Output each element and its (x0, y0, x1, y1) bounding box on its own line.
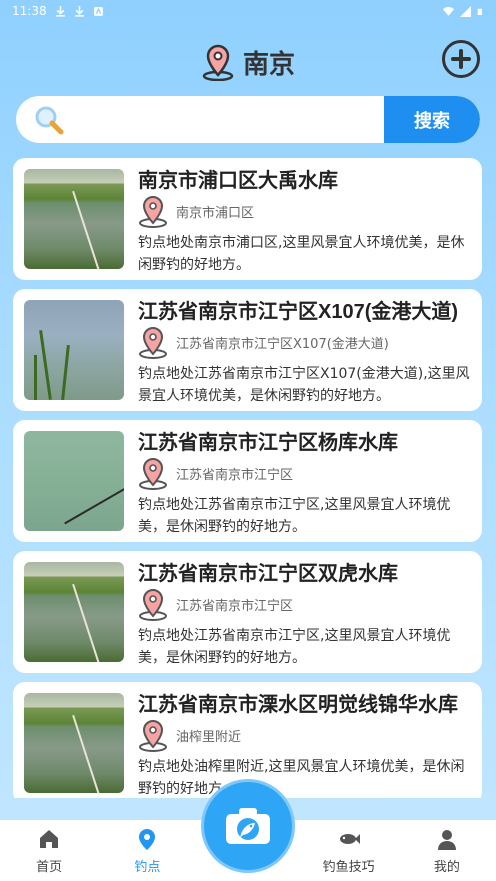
nav-home-label: 首页 (36, 860, 63, 875)
spot-location: 江苏省南京市江宁区X107(金港大道) (176, 336, 389, 352)
status-time: 11:38 (12, 4, 47, 18)
home-icon (40, 830, 59, 848)
location-dot-icon (139, 829, 156, 850)
status-right (443, 5, 484, 17)
spot-description: 钓点地处江苏省南京市江宁区,这里风景宜人环境优美，是休闲野钓的好地方。 (138, 628, 451, 666)
spot-title: 南京市浦口区大禹水库 (138, 170, 338, 192)
spot-card[interactable]: 江苏省南京市江宁区双虎水库 江苏省南京市江宁区 钓点地处江苏省南京市江宁区,这里… (13, 551, 482, 673)
spot-title: 江苏省南京市溧水区明觉线锦华水库 (138, 694, 458, 716)
location-pin-icon (139, 719, 167, 752)
spot-card[interactable]: 江苏省南京市江宁区杨库水库 江苏省南京市江宁区 钓点地处江苏省南京市江宁区,这里… (13, 420, 482, 542)
spot-thumbnail (24, 562, 124, 662)
rod-graphic (72, 583, 102, 662)
nav-home[interactable]: 首页 (0, 820, 98, 881)
spot-description: 钓点地处江苏省南京市江宁区,这里风景宜人环境优美，是休闲野钓的好地方。 (138, 497, 451, 535)
spot-title: 江苏省南京市江宁区X107(金港大道) (138, 301, 459, 323)
spot-location-row: 江苏省南京市江宁区 (136, 587, 293, 621)
status-left: 11:38 (12, 4, 104, 18)
nav-mine-label: 我的 (433, 860, 460, 875)
camera-button[interactable] (201, 779, 295, 873)
spot-thumbnail (24, 431, 124, 531)
rod-graphic (72, 714, 102, 793)
rod-graphic (64, 487, 124, 525)
nav-spots[interactable]: 钓点 (98, 820, 196, 881)
spot-card[interactable]: 南京市浦口区大禹水库 南京市浦口区 钓点地处南京市浦口区,这里风景宜人环境优美，… (13, 158, 482, 280)
user-icon (437, 830, 456, 850)
spot-location: 南京市浦口区 (176, 205, 255, 221)
spot-location-row: 油榨里附近 (136, 718, 241, 752)
wifi-icon (443, 6, 454, 16)
location-pin-icon (202, 44, 234, 81)
rod-graphic (72, 190, 102, 269)
plus-icon-stroke (459, 49, 463, 69)
nav-tips[interactable]: 钓鱼技巧 (300, 820, 398, 881)
spot-location-row: 南京市浦口区 (136, 194, 254, 228)
spot-title: 江苏省南京市江宁区双虎水库 (138, 563, 398, 585)
magnifier-icon (35, 106, 64, 134)
spot-thumbnail (24, 300, 124, 400)
reed-graphic (61, 344, 70, 400)
download-icon (74, 5, 84, 17)
location-pin-icon (139, 326, 167, 359)
spot-thumbnail (24, 693, 124, 793)
spot-list: 南京市浦口区大禹水库 南京市浦口区 钓点地处南京市浦口区,这里风景宜人环境优美，… (13, 158, 482, 798)
nav-tips-label: 钓鱼技巧 (322, 860, 375, 875)
fish-icon (339, 834, 360, 844)
signal-icon (460, 5, 471, 17)
reed-graphic (34, 355, 37, 400)
spot-title: 江苏省南京市江宁区杨库水库 (138, 432, 398, 454)
spot-location: 江苏省南京市江宁区 (176, 598, 294, 614)
search-button[interactable]: 搜索 (384, 96, 480, 143)
status-bar: 11:38 (0, 0, 496, 22)
spot-description: 钓点地处油榨里附近,这里风景宜人环境优美，是休闲野钓的好地方。 (138, 759, 465, 797)
search-bar: 搜索 (16, 96, 480, 143)
spot-location: 油榨里附近 (176, 729, 242, 745)
download-icon (55, 5, 65, 17)
notification-app-icon (93, 6, 103, 16)
location-pin-icon (139, 195, 167, 228)
battery-icon (477, 8, 482, 15)
camera-fish-icon (226, 808, 270, 844)
spot-thumbnail (24, 169, 124, 269)
spot-card[interactable]: 江苏省南京市江宁区X107(金港大道) 江苏省南京市江宁区X107(金港大道) … (13, 289, 482, 411)
header: 南京 (0, 40, 496, 84)
spot-location-row: 江苏省南京市江宁区 (136, 456, 293, 490)
reed-graphic (39, 330, 52, 400)
city-title[interactable]: 南京 (243, 44, 295, 81)
spot-description: 钓点地处江苏省南京市江宁区X107(金港大道),这里风景宜人环境优美，是休闲野钓… (138, 366, 470, 404)
spot-location: 江苏省南京市江宁区 (176, 467, 294, 483)
nav-spots-label: 钓点 (134, 860, 161, 875)
location-pin-icon (139, 588, 167, 621)
nav-mine[interactable]: 我的 (398, 820, 496, 881)
spot-description: 钓点地处南京市浦口区,这里风景宜人环境优美，是休闲野钓的好地方。 (138, 235, 465, 273)
location-pin-icon (139, 457, 167, 490)
search-input[interactable] (64, 96, 384, 143)
spot-location-row: 江苏省南京市江宁区X107(金港大道) (136, 325, 389, 359)
add-button[interactable] (442, 40, 480, 78)
